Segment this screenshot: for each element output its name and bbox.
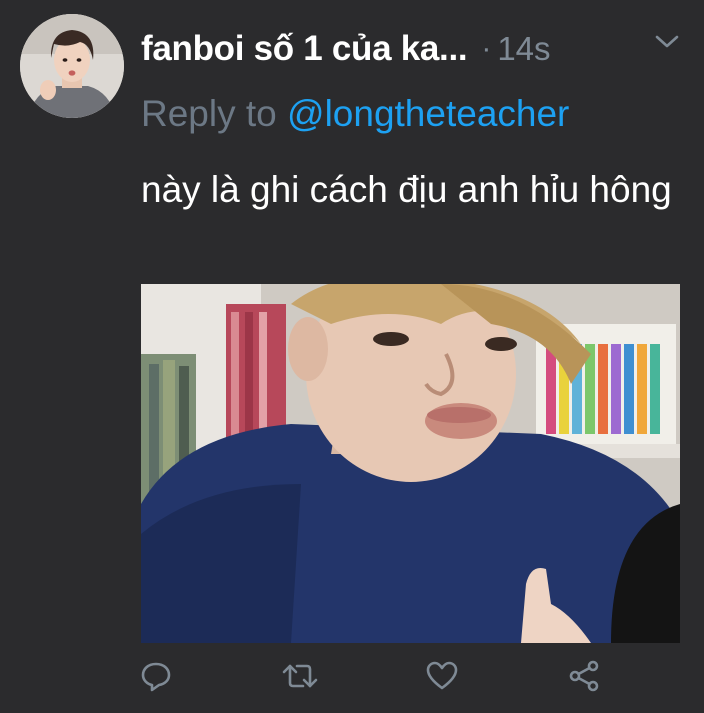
reply-handle-link[interactable]: @longtheteacher (287, 93, 569, 134)
heart-icon[interactable] (422, 656, 462, 696)
tweet-media-image[interactable] (141, 284, 680, 643)
tweet-actions (136, 656, 606, 696)
reply-context: Reply to @longtheteacher (141, 93, 569, 135)
tweet-text: này là ghi cách địu anh hỉu hông (141, 169, 672, 210)
share-icon[interactable] (564, 656, 604, 696)
tweet-header: fanboi số 1 của ka... · 14s (141, 24, 694, 74)
avatar[interactable] (20, 14, 124, 118)
reply-prefix: Reply to (141, 93, 277, 134)
reply-icon[interactable] (136, 656, 176, 696)
separator: · (481, 32, 492, 65)
chevron-down-icon[interactable] (654, 32, 680, 52)
timestamp[interactable]: 14s (497, 30, 550, 68)
display-name[interactable]: fanboi số 1 của ka... (141, 29, 468, 69)
retweet-icon[interactable] (280, 656, 320, 696)
